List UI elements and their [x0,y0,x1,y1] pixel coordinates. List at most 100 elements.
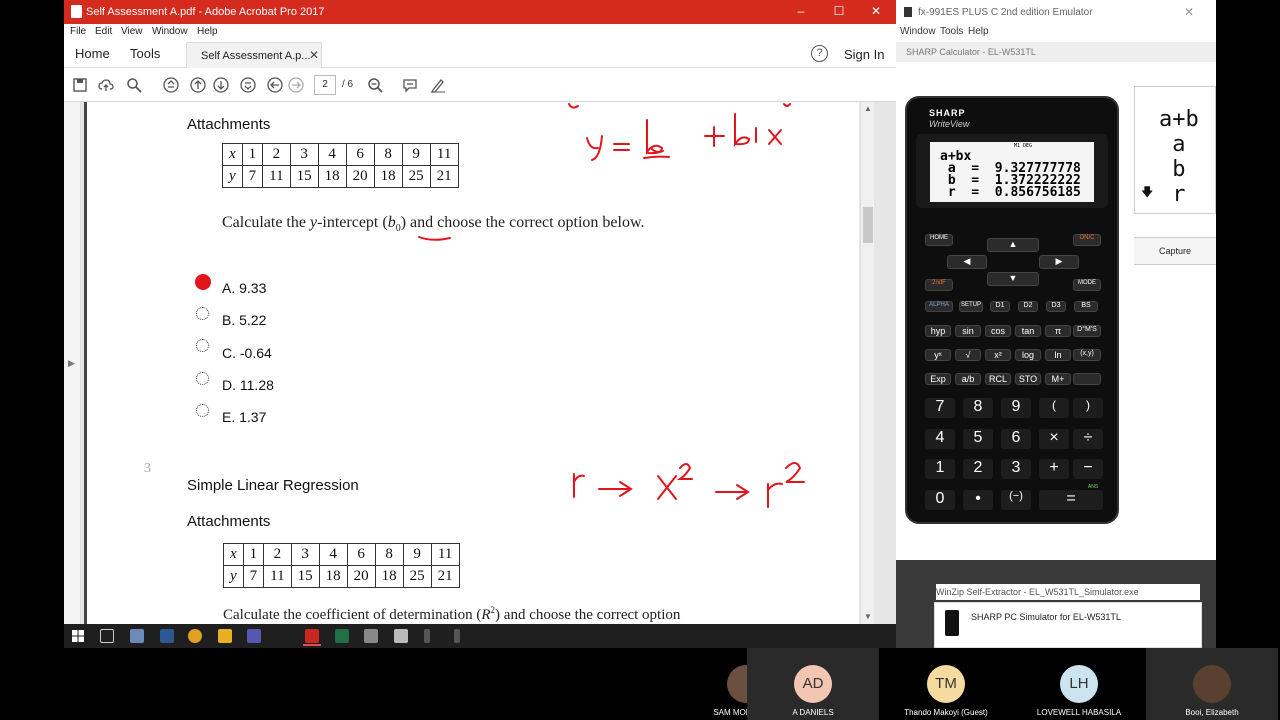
mode-key[interactable]: MODE [1073,279,1101,291]
backspace-key[interactable]: BS [1074,301,1098,312]
upload-cloud-icon[interactable] [98,77,114,93]
sto-key[interactable]: STO [1015,373,1041,385]
exp-key[interactable]: Exp [925,373,951,385]
tan-key[interactable]: tan [1015,325,1041,337]
pen-icon[interactable] [430,77,446,93]
on-c-key[interactable]: ON/C [1073,234,1101,246]
second-function-key[interactable]: 2ndF [925,279,953,291]
menu-tools[interactable]: Tools [940,26,963,37]
key-6[interactable]: 6 [1001,429,1031,449]
menu-file[interactable]: File [70,26,86,37]
previous-page-icon[interactable] [190,77,206,93]
key-0[interactable]: 0 [925,490,955,510]
ln-key[interactable]: ln [1045,349,1071,361]
rcl-key[interactable]: RCL [985,373,1011,385]
participant-tile[interactable]: TM Thando Makoyi (Guest) [880,648,1012,720]
expand-arrow-icon[interactable]: ▶ [68,358,75,369]
multiply-key[interactable]: × [1039,429,1069,449]
square-key[interactable]: x² [985,349,1011,361]
comment-icon[interactable] [402,77,418,93]
file-explorer-icon[interactable] [218,629,232,643]
maximize-button[interactable]: ☐ [824,4,854,18]
taskbar-app-icon[interactable] [130,629,144,643]
key-7[interactable]: 7 [925,398,955,418]
zoom-icon[interactable] [367,77,383,93]
word-icon[interactable] [160,629,174,643]
key-4[interactable]: 4 [925,429,955,449]
sharp-pc-simulator-item[interactable]: SHARP PC Simulator for EL-W531TL [934,602,1202,648]
plus-key[interactable]: + [1039,459,1069,479]
chrome-icon[interactable] [188,629,202,643]
taskbar-app-icon[interactable] [364,629,378,643]
xy-key[interactable]: (x,y) [1073,349,1101,361]
home-key[interactable]: HOME [925,234,953,246]
first-page-icon[interactable] [163,77,179,93]
dms-key[interactable]: D°M'S [1073,325,1101,337]
equals-key[interactable]: = [1039,490,1103,510]
decimal-key[interactable]: • [963,490,993,510]
calculator-taskbar-icon[interactable] [454,629,460,643]
down-arrow-key[interactable]: ▼ [987,272,1039,286]
close-paren-key[interactable]: ) [1073,398,1103,418]
tab-home[interactable]: Home [75,46,110,61]
key-9[interactable]: 9 [1001,398,1031,418]
minus-key[interactable]: − [1073,459,1103,479]
d2-key[interactable]: D2 [1018,301,1038,312]
minimize-button[interactable]: – [786,4,816,18]
help-icon[interactable]: ? [811,45,828,62]
divide-key[interactable]: ÷ [1073,429,1103,449]
pi-key[interactable]: π [1045,325,1071,337]
left-arrow-key[interactable]: ◀ [947,255,987,269]
key-1[interactable]: 1 [925,459,955,479]
key-2[interactable]: 2 [963,459,993,479]
windows-start-icon[interactable] [72,630,84,642]
alpha-key[interactable]: ALPHA [925,301,953,312]
d3-key[interactable]: D3 [1046,301,1066,312]
next-page-icon[interactable] [213,77,229,93]
search-icon[interactable] [126,77,142,93]
negative-key[interactable]: (−) [1001,490,1031,510]
cos-key[interactable]: cos [985,325,1011,337]
participant-tile[interactable]: LH LOVEWELL HABASILA [1013,648,1145,720]
fraction-key[interactable]: a/b [955,373,981,385]
participant-tile[interactable]: Booi, Elizabeth [1146,648,1278,720]
key-8[interactable]: 8 [963,398,993,418]
taskbar-app-icon[interactable] [394,629,408,643]
scroll-thumb[interactable] [863,207,873,243]
right-arrow-key[interactable]: ▶ [1039,255,1079,269]
menu-window[interactable]: Window [152,26,188,37]
page-number-input[interactable]: 2 [314,75,336,95]
forward-icon[interactable] [288,77,304,93]
capture-button[interactable]: Capture [1134,237,1216,265]
participant-tile[interactable]: AD A DANIELS [747,648,879,720]
misc-key[interactable] [1073,373,1101,385]
excel-icon[interactable] [335,629,349,643]
menu-view[interactable]: View [121,26,143,37]
up-arrow-key[interactable]: ▲ [987,238,1039,252]
last-page-icon[interactable] [240,77,256,93]
scroll-up-icon[interactable]: ▲ [864,104,872,113]
power-key[interactable]: yˣ [925,349,951,361]
sqrt-key[interactable]: √ [955,349,981,361]
close-emulator-icon[interactable]: ✕ [1184,5,1194,19]
tab-tools[interactable]: Tools [130,46,160,61]
menu-help[interactable]: Help [197,26,218,37]
d1-key[interactable]: D1 [990,301,1010,312]
sign-in-link[interactable]: Sign In [844,47,884,62]
vertical-scrollbar[interactable]: ▲ ▼ [860,102,874,624]
hyp-key[interactable]: hyp [925,325,951,337]
setup-key[interactable]: SETUP [959,301,983,312]
m-plus-key[interactable]: M+ [1045,373,1071,385]
task-view-icon[interactable] [100,629,114,643]
back-icon[interactable] [267,77,283,93]
key-5[interactable]: 5 [963,429,993,449]
open-paren-key[interactable]: ( [1039,398,1069,418]
menu-edit[interactable]: Edit [95,26,112,37]
teams-icon[interactable] [247,629,261,643]
calculator-taskbar-icon[interactable] [424,629,430,643]
menu-window[interactable]: Window [900,26,936,37]
key-3[interactable]: 3 [1001,459,1031,479]
acrobat-taskbar-icon[interactable] [305,629,319,643]
scroll-down-icon[interactable]: ▼ [864,612,872,621]
close-window-button[interactable]: ✕ [861,4,891,18]
